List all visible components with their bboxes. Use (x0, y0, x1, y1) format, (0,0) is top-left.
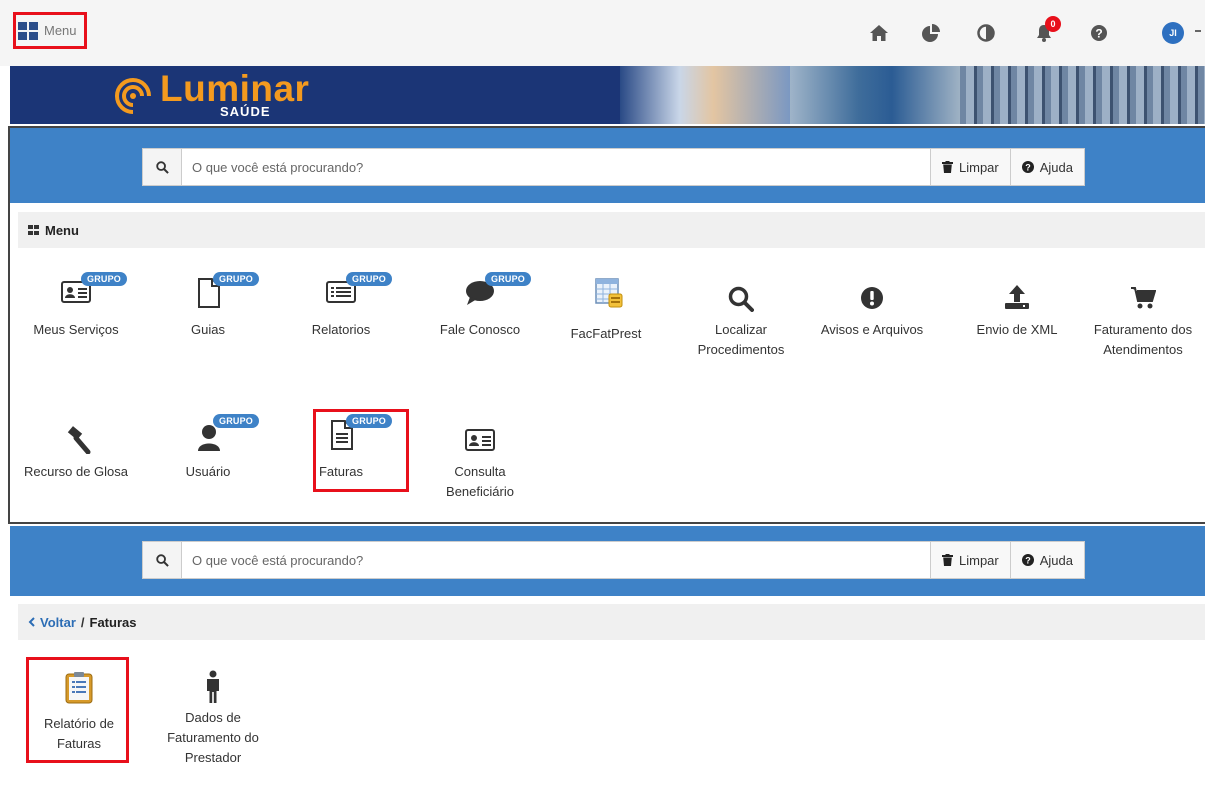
top-bar: Menu 0 ? JI (0, 0, 1205, 66)
search-icon[interactable] (143, 542, 182, 578)
question-circle-icon: ? (1021, 161, 1034, 173)
help-label: Ajuda (1039, 159, 1073, 175)
luminar-logo: Luminar SAÚDE (110, 68, 310, 124)
banner-photo-substation (960, 66, 1205, 124)
tile-label: Meus Serviços (33, 322, 119, 337)
help-button[interactable]: ? Ajuda (1009, 542, 1084, 578)
brand-sub: SAÚDE (220, 104, 271, 119)
notification-badge: 0 (1045, 16, 1061, 32)
svg-text:?: ? (1095, 27, 1102, 41)
user-icon (198, 425, 220, 451)
upload-icon (1005, 285, 1029, 309)
menu-section-header: Menu (18, 212, 1205, 248)
tile-faturamento-atendimentos[interactable]: Faturamento dos Atendimentos (1088, 276, 1198, 360)
tile-dados-faturamento-prestador[interactable]: Dados de Faturamento do Prestador (158, 664, 268, 768)
clear-label: Limpar (959, 552, 999, 568)
pie-chart-icon[interactable] (920, 22, 942, 44)
breadcrumb-current: Faturas (89, 614, 137, 630)
contrast-icon[interactable] (975, 22, 997, 44)
cart-icon (1131, 287, 1156, 309)
chevron-down-icon[interactable] (1195, 30, 1201, 32)
search-icon (728, 286, 754, 312)
breadcrumb-separator: / (80, 614, 85, 630)
tile-envio-xml[interactable]: Envio de XML (962, 276, 1072, 340)
bell-icon[interactable]: 0 (1033, 16, 1061, 44)
spreadsheet-icon (595, 278, 623, 308)
clear-button[interactable]: Limpar (930, 149, 1010, 185)
tile-avisos-arquivos[interactable]: Avisos e Arquivos (817, 276, 927, 340)
highlight-relatorio-faturas (26, 657, 129, 763)
question-circle-icon: ? (1021, 554, 1034, 566)
user-avatar[interactable]: JI (1162, 22, 1184, 44)
home-icon[interactable] (868, 22, 890, 44)
tile-recurso-glosa[interactable]: Recurso de Glosa (21, 418, 131, 482)
trash-icon (942, 554, 953, 566)
svg-text:?: ? (1025, 163, 1031, 173)
grid-menu-icon (18, 21, 38, 40)
tile-label: Localizar Procedimentos (697, 322, 785, 357)
brand-banner: Luminar SAÚDE (10, 66, 1205, 124)
tile-consulta-beneficiario[interactable]: Consulta Beneficiário (425, 418, 535, 502)
search-band-bottom: Limpar ? Ajuda (10, 526, 1205, 596)
chevron-left-icon (28, 617, 35, 627)
search-box: Limpar ? Ajuda (142, 148, 1085, 186)
highlight-faturas (313, 409, 409, 492)
clear-button[interactable]: Limpar (930, 542, 1010, 578)
grid-icon (28, 225, 39, 235)
tile-meus-servicos[interactable]: GRUPO Meus Serviços (21, 272, 131, 340)
search-band-top: Limpar ? Ajuda (10, 128, 1205, 203)
tile-label: FacFatPrest (570, 326, 642, 341)
search-input[interactable] (182, 149, 930, 185)
search-input[interactable] (182, 542, 930, 578)
tile-label: Envio de XML (976, 322, 1058, 337)
grupo-badge: GRUPO (213, 414, 260, 428)
trash-icon (942, 161, 953, 173)
grupo-badge: GRUPO (346, 272, 393, 286)
exclamation-icon (861, 287, 883, 309)
tile-label: Relatorios (311, 322, 371, 337)
tile-guias[interactable]: GRUPO Guias (153, 272, 263, 340)
tile-label: Avisos e Arquivos (820, 322, 924, 337)
tile-label: Faturamento dos Atendimentos (1093, 322, 1193, 357)
tile-localizar-procedimentos[interactable]: Localizar Procedimentos (686, 276, 796, 360)
id-card-icon (465, 429, 495, 451)
help-label: Ajuda (1039, 552, 1073, 568)
breadcrumb: Voltar / Faturas (18, 604, 1205, 640)
banner-photo-people (620, 66, 790, 124)
tile-usuario[interactable]: GRUPO Usuário (153, 414, 263, 482)
menu-section-title: Menu (45, 222, 79, 238)
menu-button[interactable]: Menu (13, 12, 87, 49)
grupo-badge: GRUPO (81, 272, 128, 286)
tile-facfatprest[interactable]: FacFatPrest (551, 276, 661, 344)
search-box: Limpar ? Ajuda (142, 541, 1085, 579)
grupo-badge: GRUPO (213, 272, 260, 286)
tile-label: Fale Conosco (439, 322, 521, 337)
tile-label: Dados de Faturamento do Prestador (167, 710, 259, 765)
search-icon[interactable] (143, 149, 182, 185)
clear-label: Limpar (959, 159, 999, 175)
help-icon[interactable]: ? (1088, 22, 1110, 44)
svg-text:?: ? (1025, 556, 1031, 566)
tile-fale-conosco[interactable]: GRUPO Fale Conosco (425, 272, 535, 340)
banner-photo-worker (790, 66, 960, 124)
tile-relatorios[interactable]: GRUPO Relatorios (286, 272, 396, 340)
help-button[interactable]: ? Ajuda (1009, 149, 1084, 185)
back-link[interactable]: Voltar (28, 615, 76, 630)
person-icon (207, 670, 219, 703)
tile-label: Consulta Beneficiário (446, 464, 514, 499)
menu-label: Menu (44, 23, 77, 38)
tile-label: Usuário (185, 464, 231, 479)
tile-label: Guias (191, 322, 225, 337)
grupo-badge: GRUPO (485, 272, 532, 286)
gavel-icon (67, 426, 91, 454)
tile-label: Recurso de Glosa (23, 464, 129, 479)
